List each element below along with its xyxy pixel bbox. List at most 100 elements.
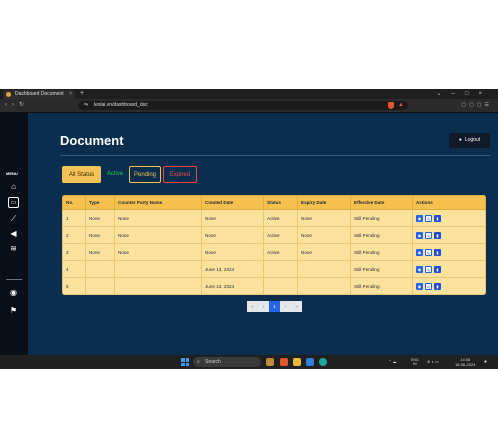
app-sidebar: MENU ⌂ ▭ ⟋ ◀ ≋ ◉ ⚑ xyxy=(0,112,28,355)
view-icon[interactable]: ◉ xyxy=(416,214,423,222)
documents-table: No. Type Counter Party Name Created Date… xyxy=(62,195,486,295)
clock-date: 18-06-2024 xyxy=(455,362,476,367)
view-icon[interactable]: ◉ xyxy=(416,282,423,290)
tray-status-icons[interactable]: ⊜ ◖ ▭ xyxy=(427,355,439,369)
megaphone-icon[interactable]: ◀ xyxy=(8,228,19,239)
layers-icon[interactable]: ≋ xyxy=(8,243,19,254)
filter-expired-button[interactable]: Expired xyxy=(163,166,197,183)
brave-shield-icon[interactable] xyxy=(388,102,394,109)
menu-label: MENU xyxy=(6,171,18,176)
os-taskbar: ⌕ Search ⌃ ☁ ENG IN ⊜ ◖ ▭ 14:05 18-06-20… xyxy=(0,355,498,369)
user-icon: ● xyxy=(458,137,462,143)
cell-created-date: None xyxy=(201,209,264,227)
cell-effective-date: Still Pending xyxy=(350,226,413,244)
col-header-effective-date: Effective Date xyxy=(350,195,413,210)
edit-icon[interactable]: ✎ xyxy=(425,214,432,222)
col-header-type: Type xyxy=(85,195,115,210)
browser-tab[interactable]: Dashboard Document × xyxy=(3,90,75,99)
cell-actions: ◉ ✎ ▮ xyxy=(412,277,486,295)
cell-no: 1 xyxy=(62,209,86,227)
delete-icon[interactable]: ▮ xyxy=(434,231,441,239)
browser-tab-bar: Dashboard Document × + ⌄–□× xyxy=(0,89,498,99)
cell-status: Active xyxy=(263,209,298,227)
cell-actions: ◉ ✎ ▮ xyxy=(412,260,486,278)
taskbar-app-edge-icon[interactable] xyxy=(319,358,327,366)
table-row: 2 None None None Active None Still Pendi… xyxy=(62,226,486,244)
cell-no: 4 xyxy=(62,260,86,278)
flag-icon[interactable]: ⚑ xyxy=(8,305,19,316)
brave-rewards-icon[interactable]: ▲ xyxy=(398,101,404,110)
page-current-button[interactable]: 1 xyxy=(269,301,280,312)
cell-effective-date: Still Pending xyxy=(350,260,413,278)
taskbar-search[interactable]: ⌕ Search xyxy=(193,357,261,367)
cell-created-date: None xyxy=(201,226,264,244)
cell-created-date: None xyxy=(201,243,264,261)
taskbar-app-brave-icon[interactable] xyxy=(280,358,288,366)
col-header-expiry-date: Expiry Date xyxy=(297,195,351,210)
cell-status xyxy=(263,277,298,295)
view-icon[interactable]: ◉ xyxy=(416,248,423,256)
edit-icon[interactable]: ✎ xyxy=(425,248,432,256)
cell-expiry-date xyxy=(297,260,351,278)
edit-icon[interactable]: ✎ xyxy=(425,231,432,239)
language-indicator[interactable]: ENG IN xyxy=(411,358,419,366)
site-info-icon[interactable]: ⇆ xyxy=(84,101,88,110)
view-icon[interactable]: ◉ xyxy=(416,265,423,273)
filter-pending-button[interactable]: Pending xyxy=(129,166,161,183)
cell-expiry-date: None xyxy=(297,209,351,227)
cell-counter-party: None xyxy=(114,243,202,261)
tab-title: Dashboard Document xyxy=(15,91,64,97)
tray-chevron-icon[interactable]: ⌃ ☁ xyxy=(388,355,396,369)
globe-icon[interactable]: ◉ xyxy=(8,287,19,298)
delete-icon[interactable]: ▮ xyxy=(434,282,441,290)
home-icon[interactable]: ⌂ xyxy=(8,181,19,192)
close-tab-icon[interactable]: × xyxy=(69,90,72,99)
filter-all-status-button[interactable]: All Status xyxy=(62,166,101,183)
cell-actions: ◉ ✎ ▮ xyxy=(412,209,486,227)
page-next-button[interactable]: › xyxy=(280,301,291,312)
cell-counter-party xyxy=(114,277,202,295)
page-first-button[interactable]: « xyxy=(247,301,258,312)
cell-type: None xyxy=(85,226,115,244)
edit-icon[interactable]: ✎ xyxy=(425,265,432,273)
delete-icon[interactable]: ▮ xyxy=(434,265,441,273)
col-header-created-date: Created Date xyxy=(201,195,264,210)
taskbar-clock[interactable]: 14:05 18-06-2024 xyxy=(455,357,475,367)
cell-status: Active xyxy=(263,243,298,261)
nav-buttons-icon[interactable]: ‹›↻ xyxy=(5,99,29,112)
header-divider xyxy=(60,155,490,156)
browser-extension-icons[interactable]: ▢▢▢☰ xyxy=(461,99,492,112)
page-prev-button[interactable]: ‹ xyxy=(258,301,269,312)
address-bar[interactable]: ⇆ lexlai.vn/dashboard_doc xyxy=(78,101,408,110)
cell-expiry-date xyxy=(297,277,351,295)
view-icon[interactable]: ◉ xyxy=(416,231,423,239)
cell-actions: ◉ ✎ ▮ xyxy=(412,243,486,261)
new-tab-icon[interactable]: + xyxy=(80,89,84,99)
language-region: IN xyxy=(413,362,417,366)
notification-icon[interactable]: ● xyxy=(484,355,487,369)
taskbar-app-widget-icon[interactable] xyxy=(266,358,274,366)
window-controls[interactable]: ⌄–□× xyxy=(437,89,493,99)
logout-button[interactable]: ● Logout xyxy=(449,133,490,148)
delete-icon[interactable]: ▮ xyxy=(434,248,441,256)
cell-status xyxy=(263,260,298,278)
edit-icon[interactable]: ✎ xyxy=(425,282,432,290)
cell-status: Active xyxy=(263,226,298,244)
taskbar-app-store-icon[interactable] xyxy=(306,358,314,366)
table-header-row: No. Type Counter Party Name Created Date… xyxy=(62,195,486,210)
page-last-button[interactable]: » xyxy=(291,301,302,312)
cell-type: None xyxy=(85,243,115,261)
document-icon[interactable]: ▭ xyxy=(8,197,19,208)
filter-active-button[interactable]: Active xyxy=(101,166,129,183)
url-text: lexlai.vn/dashboard_doc xyxy=(94,102,148,108)
chart-icon[interactable]: ⟋ xyxy=(8,213,19,224)
logout-label: Logout xyxy=(464,137,481,143)
taskbar-app-explorer-icon[interactable] xyxy=(293,358,301,366)
windows-start-icon[interactable] xyxy=(181,358,189,366)
cell-type xyxy=(85,260,115,278)
col-header-no: No. xyxy=(62,195,86,210)
cell-counter-party xyxy=(114,260,202,278)
cell-expiry-date: None xyxy=(297,226,351,244)
delete-icon[interactable]: ▮ xyxy=(434,214,441,222)
table-row: 3 None None None Active None Still Pendi… xyxy=(62,243,486,261)
